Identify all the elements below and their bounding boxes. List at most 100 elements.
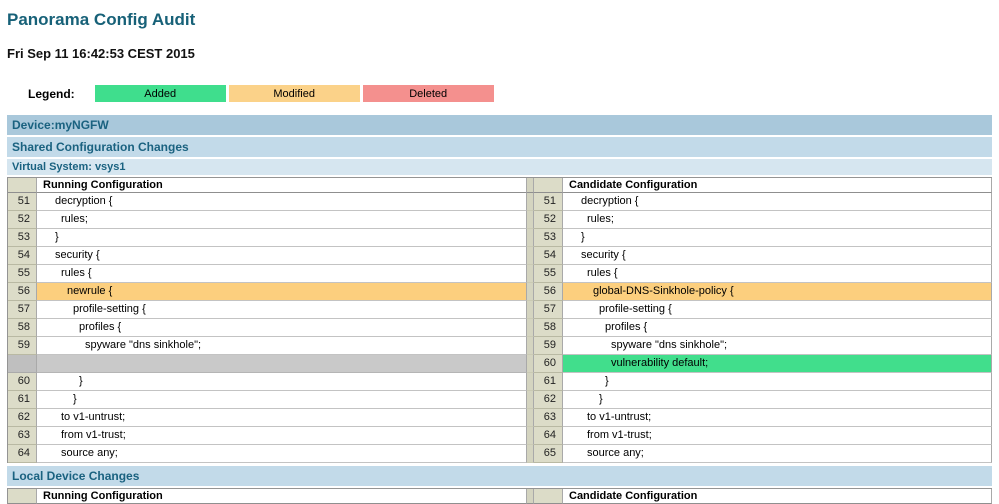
line-number: 55 xyxy=(8,265,37,283)
config-line: security { xyxy=(563,247,992,265)
report-timestamp: Fri Sep 11 16:42:53 CEST 2015 xyxy=(7,46,992,61)
page-title: Panorama Config Audit xyxy=(7,10,992,30)
line-number: 56 xyxy=(534,283,563,301)
config-line: to v1-untrust; xyxy=(37,409,527,427)
line-number: 63 xyxy=(534,409,563,427)
line-number: 51 xyxy=(534,193,563,211)
shared-config-diff-table: Running Configuration Candidate Configura… xyxy=(7,177,992,463)
line-number: 53 xyxy=(534,229,563,247)
line-number-header xyxy=(8,489,37,504)
line-number: 61 xyxy=(8,391,37,409)
local-device-changes-bar: Local Device Changes xyxy=(7,466,992,486)
config-line: } xyxy=(37,229,527,247)
line-number: 51 xyxy=(8,193,37,211)
line-number: 57 xyxy=(534,301,563,319)
column-separator xyxy=(527,265,534,283)
config-line: source any; xyxy=(563,445,992,463)
line-number-header xyxy=(534,178,563,193)
line-number: 63 xyxy=(8,427,37,445)
column-separator xyxy=(527,373,534,391)
column-separator xyxy=(527,247,534,265)
line-number: 64 xyxy=(8,445,37,463)
legend-swatches: AddedModifiedDeleted xyxy=(95,85,494,102)
shared-config-changes-bar: Shared Configuration Changes xyxy=(7,137,992,157)
line-number: 57 xyxy=(8,301,37,319)
line-number: 59 xyxy=(534,337,563,355)
column-separator xyxy=(527,409,534,427)
legend-modified-swatch: Modified xyxy=(229,85,360,102)
config-line: decryption { xyxy=(563,193,992,211)
config-line: profile-setting { xyxy=(37,301,527,319)
legend-label: Legend: xyxy=(28,87,75,101)
legend: Legend: AddedModifiedDeleted xyxy=(28,85,992,102)
config-line: security { xyxy=(37,247,527,265)
line-number: 62 xyxy=(8,409,37,427)
candidate-config-header: Candidate Configuration xyxy=(563,178,992,193)
line-number: 53 xyxy=(8,229,37,247)
config-line: spyware "dns sinkhole"; xyxy=(563,337,992,355)
column-separator xyxy=(527,193,534,211)
config-line: } xyxy=(563,373,992,391)
config-line: profile-setting { xyxy=(563,301,992,319)
running-config-header: Running Configuration xyxy=(37,178,527,193)
legend-deleted-swatch: Deleted xyxy=(363,85,494,102)
column-separator xyxy=(527,337,534,355)
line-number: 60 xyxy=(8,373,37,391)
config-line: newrule { xyxy=(37,283,527,301)
candidate-config-header: Candidate Configuration xyxy=(563,489,992,504)
column-separator xyxy=(527,445,534,463)
line-number: 58 xyxy=(534,319,563,337)
column-separator xyxy=(527,319,534,337)
legend-added-swatch: Added xyxy=(95,85,226,102)
panorama-config-audit-page: Panorama Config Audit Fri Sep 11 16:42:5… xyxy=(0,0,999,504)
column-separator xyxy=(527,355,534,373)
config-line: spyware "dns sinkhole"; xyxy=(37,337,527,355)
config-line: global-DNS-Sinkhole-policy { xyxy=(563,283,992,301)
column-separator xyxy=(527,283,534,301)
line-number xyxy=(8,355,37,373)
column-separator xyxy=(527,391,534,409)
config-line: } xyxy=(37,391,527,409)
line-number-header xyxy=(8,178,37,193)
local-device-diff-table: Running Configuration Candidate Configura… xyxy=(7,488,992,504)
config-line: rules { xyxy=(37,265,527,283)
column-separator xyxy=(527,427,534,445)
config-line: to v1-untrust; xyxy=(563,409,992,427)
column-separator xyxy=(527,489,534,504)
line-number: 64 xyxy=(534,427,563,445)
line-number: 60 xyxy=(534,355,563,373)
config-line: } xyxy=(563,229,992,247)
config-line: rules; xyxy=(37,211,527,229)
column-separator xyxy=(527,211,534,229)
line-number-header xyxy=(534,489,563,504)
config-line: from v1-trust; xyxy=(563,427,992,445)
line-number: 58 xyxy=(8,319,37,337)
config-line: } xyxy=(37,373,527,391)
line-number: 52 xyxy=(8,211,37,229)
config-line: profiles { xyxy=(563,319,992,337)
line-number: 62 xyxy=(534,391,563,409)
column-separator xyxy=(527,229,534,247)
column-separator xyxy=(527,178,534,193)
column-separator xyxy=(527,301,534,319)
config-line xyxy=(37,355,527,373)
config-line: } xyxy=(563,391,992,409)
virtual-system-bar: Virtual System: vsys1 xyxy=(7,159,992,175)
device-header-bar: Device:myNGFW xyxy=(7,115,992,135)
config-line: source any; xyxy=(37,445,527,463)
line-number: 54 xyxy=(534,247,563,265)
config-line: rules; xyxy=(563,211,992,229)
line-number: 54 xyxy=(8,247,37,265)
line-number: 65 xyxy=(534,445,563,463)
line-number: 55 xyxy=(534,265,563,283)
running-config-header: Running Configuration xyxy=(37,489,527,504)
line-number: 61 xyxy=(534,373,563,391)
config-line: rules { xyxy=(563,265,992,283)
line-number: 56 xyxy=(8,283,37,301)
config-line: profiles { xyxy=(37,319,527,337)
line-number: 52 xyxy=(534,211,563,229)
config-line: vulnerability default; xyxy=(563,355,992,373)
config-line: from v1-trust; xyxy=(37,427,527,445)
line-number: 59 xyxy=(8,337,37,355)
config-line: decryption { xyxy=(37,193,527,211)
